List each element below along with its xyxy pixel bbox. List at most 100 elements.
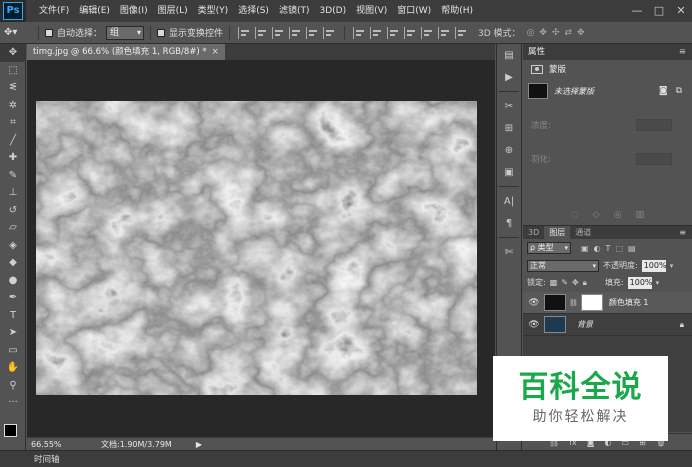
visibility-eye-icon[interactable]: 👁︎: [527, 320, 541, 330]
shape-tool-icon[interactable]: ▭: [0, 342, 26, 360]
history-panel-icon[interactable]: ▤: [497, 44, 521, 66]
lasso-tool-icon[interactable]: ᓬ: [0, 79, 26, 97]
status-menu-arrow[interactable]: ▶: [196, 440, 202, 449]
timeline-label[interactable]: 时间轴: [34, 453, 60, 465]
type-tool-icon[interactable]: T: [0, 307, 26, 325]
auto-select-checkbox[interactable]: [45, 28, 53, 37]
properties-menu-icon[interactable]: ≡: [679, 44, 686, 60]
layer-mask-thumbnail[interactable]: [580, 294, 603, 311]
align-hcenter-icon[interactable]: [306, 26, 319, 39]
character-panel-icon[interactable]: A|: [497, 190, 521, 212]
filter-kind-select[interactable]: ρ 类型: [527, 242, 571, 254]
paint-bucket-tool-icon[interactable]: ◈: [0, 237, 26, 255]
density-field[interactable]: [636, 119, 672, 131]
filter-adjustment-icon[interactable]: ◐: [594, 244, 601, 253]
layer-name[interactable]: 背景: [577, 319, 593, 330]
canvas-area[interactable]: [27, 60, 495, 437]
align-top-icon[interactable]: [238, 26, 251, 39]
tab-channels[interactable]: 通道: [570, 226, 596, 239]
menu-layer[interactable]: 图层(L): [153, 0, 193, 22]
dodge-tool-icon[interactable]: ●: [0, 272, 26, 290]
close-tab-icon[interactable]: ×: [212, 47, 219, 57]
magic-wand-tool-icon[interactable]: ✲: [0, 97, 26, 115]
hand-tool-icon[interactable]: ✋: [0, 359, 26, 377]
close-button[interactable]: ✕: [670, 0, 692, 22]
menu-view[interactable]: 视图(V): [351, 0, 392, 22]
distribute-left-icon[interactable]: [404, 26, 417, 39]
filter-type-icon[interactable]: T: [606, 244, 611, 253]
navigator-panel-icon[interactable]: ▣: [497, 161, 521, 183]
3d-mode-icons[interactable]: ◎✥✣⇄✥: [527, 28, 590, 38]
minimize-button[interactable]: —: [626, 0, 648, 22]
mask-link-icon[interactable]: ⛓︎: [569, 299, 578, 307]
blur-tool-icon[interactable]: ◆: [0, 254, 26, 272]
opacity-field[interactable]: 100%: [641, 259, 667, 272]
clone-stamp-tool-icon[interactable]: ⊥: [0, 184, 26, 202]
feather-field[interactable]: [636, 153, 672, 165]
apply-mask-icon[interactable]: ◇: [593, 210, 600, 225]
marquee-tool-icon[interactable]: ⬚: [0, 62, 26, 80]
filter-smart-object-icon[interactable]: ▤: [628, 244, 636, 253]
lock-transparent-icon[interactable]: ▩: [550, 278, 558, 288]
menu-3d[interactable]: 3D(D): [314, 0, 351, 22]
add-vector-mask-icon[interactable]: ⧉: [676, 86, 682, 96]
layer-name[interactable]: 颜色填充 1: [609, 297, 649, 308]
actions-panel-icon[interactable]: ▶: [497, 66, 521, 88]
zoom-tool-icon[interactable]: ⚲: [0, 377, 26, 395]
show-transform-checkbox[interactable]: [157, 28, 166, 37]
lock-all-icon[interactable]: 🔒︎: [583, 278, 587, 288]
lock-pixels-icon[interactable]: ✎: [561, 278, 568, 288]
lock-position-icon[interactable]: ✥: [572, 278, 579, 288]
move-tool-preset-icon[interactable]: ✥▾: [4, 25, 32, 41]
restore-button[interactable]: □: [648, 0, 670, 22]
brush-tool-icon[interactable]: ✎: [0, 167, 26, 185]
distribute-right-icon[interactable]: [438, 26, 451, 39]
more-tools-icon[interactable]: ···: [0, 394, 26, 412]
distribute-hcenter-icon[interactable]: [421, 26, 434, 39]
eraser-tool-icon[interactable]: ▱: [0, 219, 26, 237]
distribute-bottom-icon[interactable]: [387, 26, 400, 39]
align-bottom-icon[interactable]: [272, 26, 285, 39]
brush-panel-icon[interactable]: ✂: [497, 95, 521, 117]
foreground-color-swatch[interactable]: [4, 424, 17, 437]
document-tab[interactable]: timg.jpg @ 66.6% (颜色填充 1, RGB/8#) * ×: [27, 44, 225, 60]
auto-select-dropdown[interactable]: 组: [106, 25, 145, 40]
blend-mode-select[interactable]: 正常: [527, 259, 599, 272]
move-tool-icon[interactable]: ✥: [0, 44, 26, 62]
distribute-top-icon[interactable]: [353, 26, 366, 39]
distribute-vcenter-icon[interactable]: [370, 26, 383, 39]
layers-menu-icon[interactable]: ≡: [679, 226, 686, 239]
tool-presets-icon[interactable]: ✄: [497, 241, 521, 263]
opacity-dropdown-icon[interactable]: ▾: [670, 262, 674, 270]
layer-row-background[interactable]: 👁︎ 背景 🔒︎: [523, 314, 692, 336]
marble-texture-image[interactable]: [36, 101, 477, 395]
properties-title[interactable]: 属性: [528, 47, 545, 57]
menu-edit[interactable]: 编辑(E): [74, 0, 115, 22]
menu-help[interactable]: 帮助(H): [436, 0, 478, 22]
path-selection-tool-icon[interactable]: ➤: [0, 324, 26, 342]
styles-panel-icon[interactable]: ⊕: [497, 139, 521, 161]
delete-mask-icon[interactable]: ▥: [636, 210, 645, 225]
zoom-level[interactable]: 66.55%: [27, 440, 62, 449]
eyedropper-tool-icon[interactable]: ╱: [0, 132, 26, 150]
align-right-icon[interactable]: [323, 26, 336, 39]
fill-field[interactable]: 100%: [627, 276, 653, 289]
adjustments-panel-icon[interactable]: ⊞: [497, 117, 521, 139]
menu-file[interactable]: 文件(F): [34, 0, 74, 22]
tab-layers[interactable]: 图层: [544, 226, 571, 239]
history-brush-tool-icon[interactable]: ↺: [0, 202, 26, 220]
fill-dropdown-icon[interactable]: ▾: [656, 279, 660, 287]
tab-3d[interactable]: 3D: [523, 226, 544, 239]
load-selection-icon[interactable]: ◌: [571, 210, 579, 225]
healing-brush-tool-icon[interactable]: ✚: [0, 149, 26, 167]
menu-filter[interactable]: 滤镜(T): [274, 0, 315, 22]
menu-window[interactable]: 窗口(W): [392, 0, 436, 22]
pen-tool-icon[interactable]: ✒: [0, 289, 26, 307]
paragraph-panel-icon[interactable]: ¶: [497, 212, 521, 234]
disable-mask-icon[interactable]: ◎: [614, 210, 622, 225]
menu-image[interactable]: 图像(I): [115, 0, 153, 22]
filter-pixel-icon[interactable]: ▣: [581, 244, 589, 253]
menu-select[interactable]: 选择(S): [233, 0, 274, 22]
crop-tool-icon[interactable]: ⌗: [0, 114, 26, 132]
visibility-eye-icon[interactable]: 👁︎: [527, 298, 541, 308]
